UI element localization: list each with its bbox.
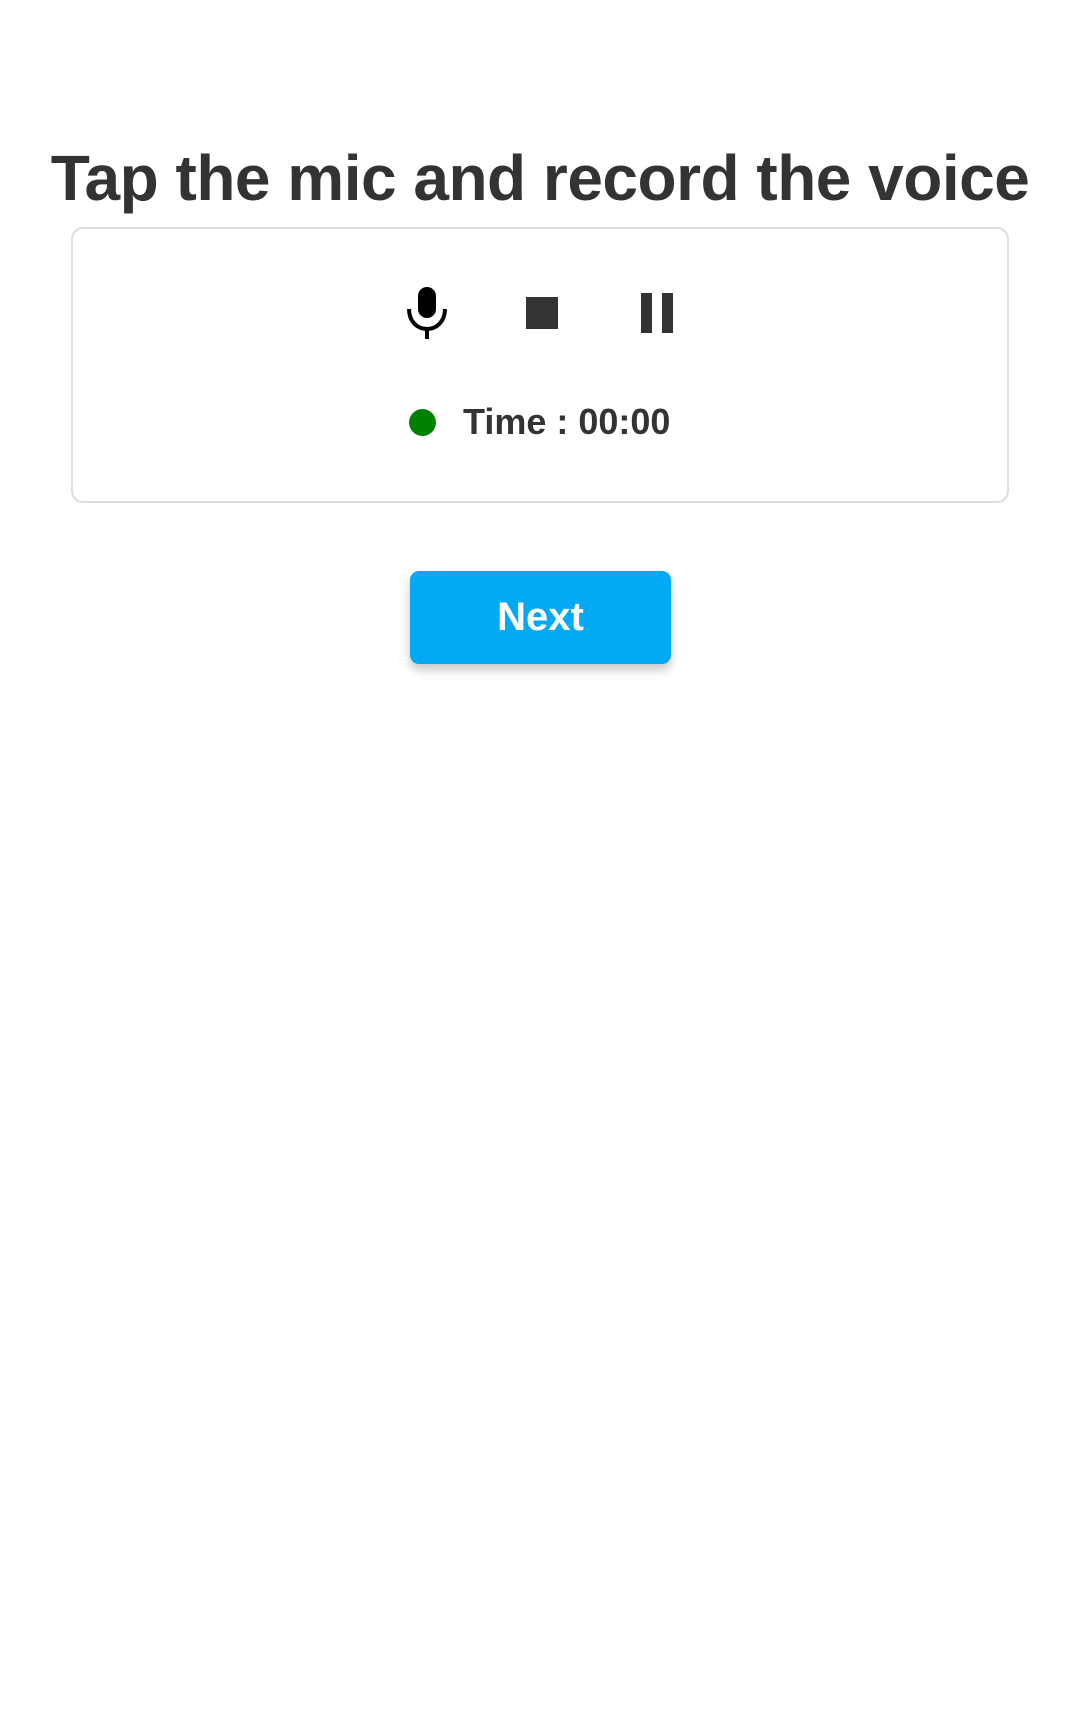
recording-status: Time : 00:00	[409, 397, 670, 447]
page-title: Tap the mic and record the voice	[50, 142, 1030, 214]
next-button[interactable]: Next	[410, 571, 671, 664]
microphone-icon[interactable]	[395, 281, 459, 345]
recording-time: Time : 00:00	[463, 401, 671, 442]
pause-icon[interactable]	[625, 281, 689, 345]
recorder-card: Time : 00:00	[71, 227, 1009, 503]
status-indicator-dot	[409, 408, 436, 436]
recorder-controls	[73, 229, 1007, 501]
stop-icon[interactable]	[510, 281, 574, 345]
